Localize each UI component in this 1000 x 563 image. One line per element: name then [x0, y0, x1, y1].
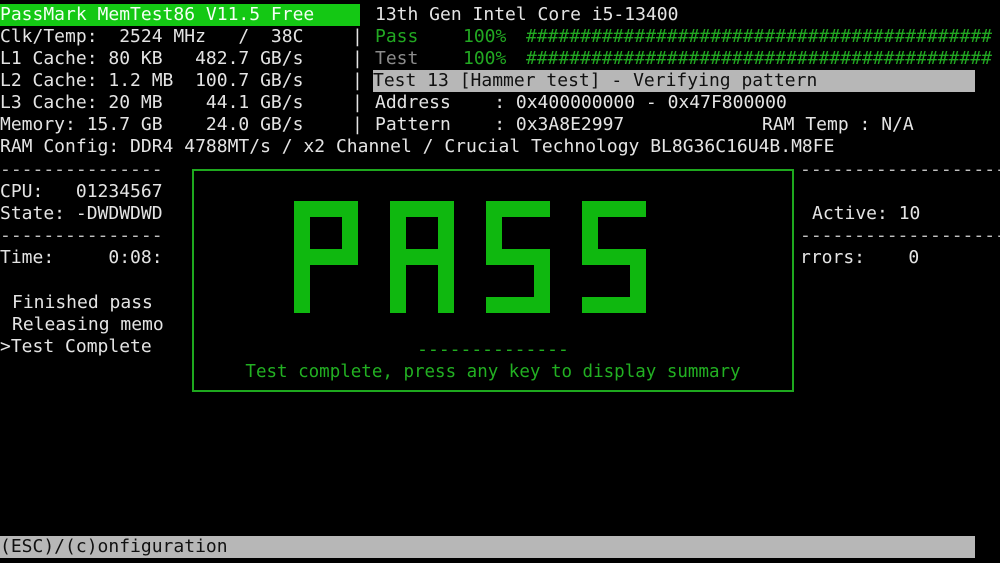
- log-line: >Test Complete: [0, 336, 152, 357]
- log-line: Finished pass: [12, 292, 153, 313]
- elapsed-time: Time: 0:08:: [0, 247, 163, 268]
- error-count: rrors: 0: [800, 247, 920, 268]
- pass-letter-s: [486, 201, 550, 313]
- memory-info: Memory: 15.7 GB 24.0 GB/s: [0, 114, 304, 135]
- test-pattern: Pattern : 0x3A8E2997: [375, 114, 625, 135]
- config-menu-bar[interactable]: (ESC)/(c)onfiguration: [0, 536, 975, 558]
- pass-dialog[interactable]: PASS -------------- Test complete, press…: [192, 169, 794, 392]
- clock-temp: Clk/Temp: 2524 MHz / 38C: [0, 26, 304, 47]
- divider: ---------------: [0, 225, 163, 246]
- active-cpus: Active: 10: [812, 203, 921, 224]
- cpu-name: 13th Gen Intel Core i5-13400: [375, 4, 679, 25]
- pass-label: Pass: [375, 26, 419, 47]
- column-separator: |: [352, 92, 363, 113]
- l1-cache: L1 Cache: 80 KB 482.7 GB/s: [0, 48, 304, 69]
- pass-letter-a: [390, 201, 454, 313]
- popup-message: Test complete, press any key to display …: [245, 362, 741, 382]
- pass-letter-s: [582, 201, 646, 313]
- pass-letter-p: [294, 201, 358, 313]
- cpu-state: State: -DWDWDWD: [0, 203, 163, 224]
- column-separator: |: [352, 70, 363, 91]
- cpu-list: CPU: 01234567: [0, 181, 163, 202]
- test-percent: 100%: [463, 48, 507, 69]
- ram-temp: RAM Temp : N/A: [762, 114, 914, 135]
- test-progress-bar: ########################################…: [526, 48, 992, 69]
- divider: ---------------: [0, 159, 163, 180]
- address-range: Address : 0x400000000 - 0x47F800000: [375, 92, 787, 113]
- ram-config: RAM Config: DDR4 4788MT/s / x2 Channel /…: [0, 136, 835, 157]
- log-line: Releasing memo: [12, 314, 164, 335]
- pass-progress-bar: ########################################…: [526, 26, 992, 47]
- test-label: Test: [375, 48, 419, 69]
- popup-divider: --------------: [417, 339, 569, 360]
- column-separator: |: [352, 48, 363, 69]
- l3-cache: L3 Cache: 20 MB 44.1 GB/s: [0, 92, 304, 113]
- divider: ----------------------: [800, 225, 1000, 246]
- divider: ----------------------: [800, 159, 1000, 180]
- column-separator: |: [352, 26, 363, 47]
- pass-banner: PASS: [294, 201, 646, 313]
- pass-percent: 100%: [463, 26, 507, 47]
- column-separator: |: [352, 114, 363, 135]
- current-test: Test 13 [Hammer test] - Verifying patter…: [373, 70, 975, 92]
- app-title: PassMark MemTest86 V11.5 Free: [0, 4, 360, 26]
- l2-cache: L2 Cache: 1.2 MB 100.7 GB/s: [0, 70, 304, 91]
